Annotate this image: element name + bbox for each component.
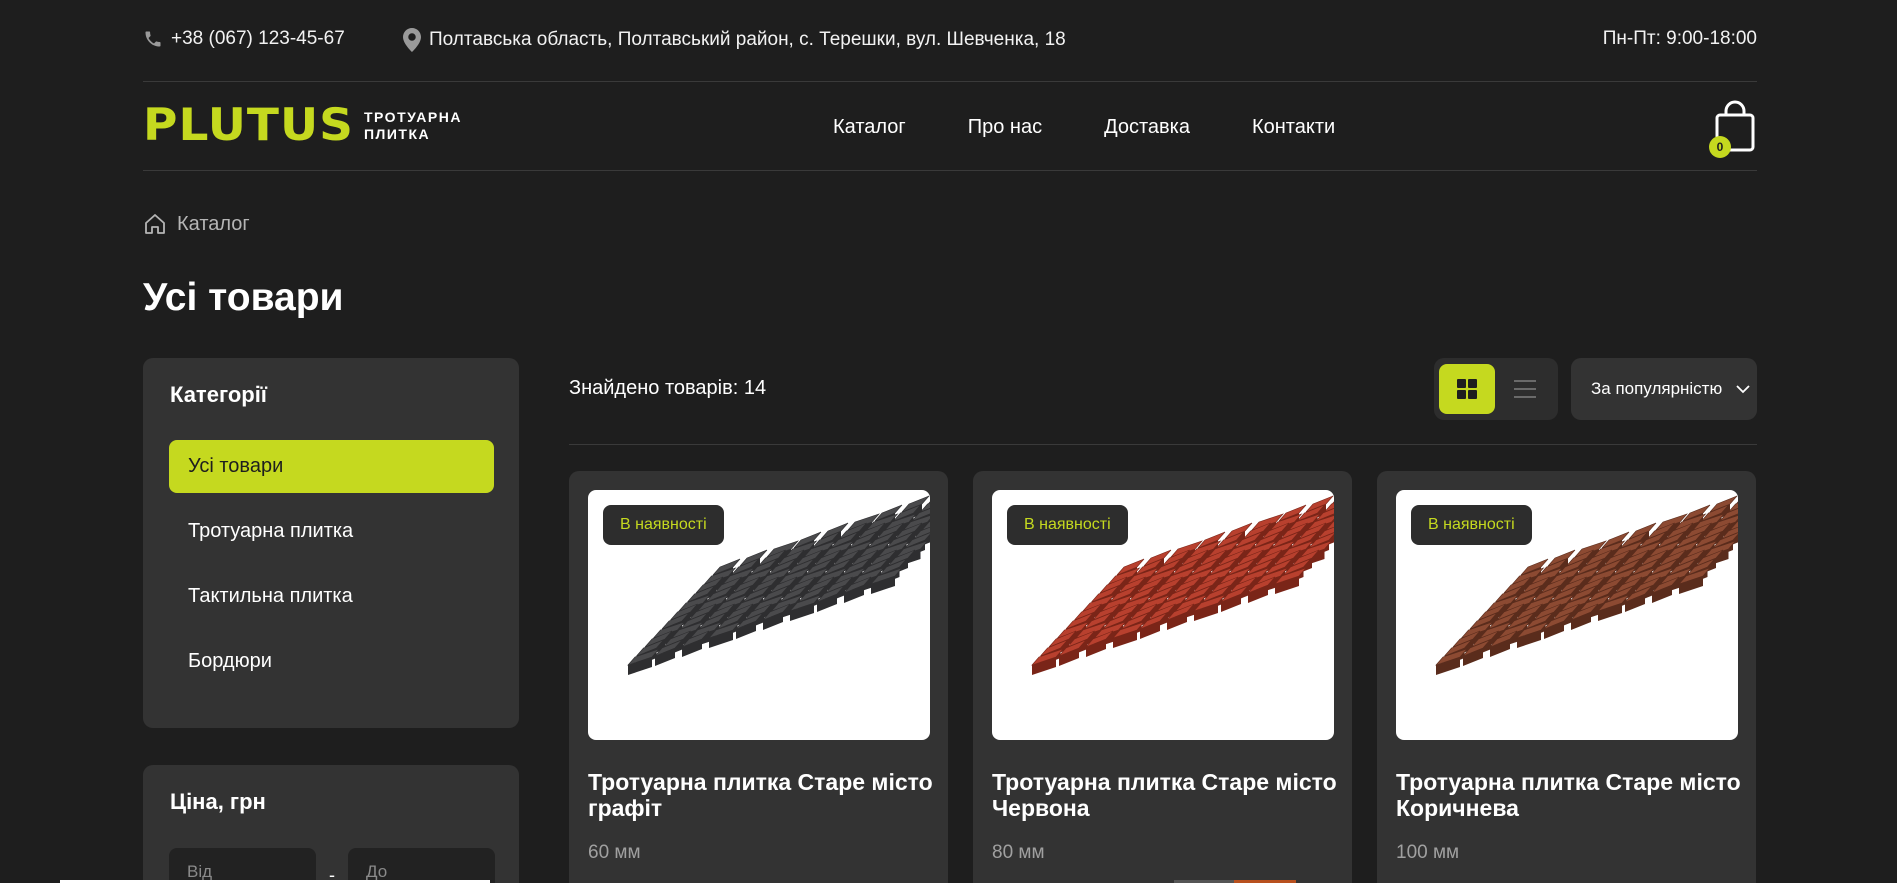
phone-number[interactable]: +38 (067) 123-45-67 — [171, 28, 345, 50]
cart-count-badge: 0 — [1709, 136, 1731, 158]
phone-icon — [145, 31, 161, 47]
cart-button[interactable]: 0 — [1709, 100, 1757, 160]
logo-subtitle-line2: ПЛИТКА — [363, 125, 431, 142]
product-size: 80 мм — [992, 842, 1045, 863]
logo-wordmark: PLUTUS — [143, 99, 354, 152]
category-curbs[interactable]: Бордюри — [169, 635, 494, 688]
grid-view-button[interactable] — [1439, 364, 1495, 414]
products-found-count: Знайдено товарів: 14 — [569, 377, 767, 399]
category-paving-tiles[interactable]: Тротуарна плитка — [169, 505, 494, 558]
product-name[interactable]: Тротуарна плитка Старе місто Червона — [992, 769, 1337, 821]
product-card[interactable]: В наявності Тротуарна плитка Старе місто… — [1377, 471, 1756, 883]
breadcrumb-catalog[interactable]: Каталог — [177, 213, 250, 236]
address-contact: Полтавська область, Полтавський район, с… — [403, 28, 1066, 52]
category-all-products[interactable]: Усі товари — [169, 440, 494, 493]
categories-title: Категорії — [170, 382, 267, 407]
product-card[interactable]: В наявності Тротуарна плитка Старе місто… — [569, 471, 948, 883]
price-to-input[interactable]: До — [348, 848, 495, 883]
sort-dropdown[interactable]: За популярністю — [1571, 358, 1757, 420]
price-from-input[interactable]: Від — [169, 848, 316, 883]
address-text: Полтавська область, Полтавський район, с… — [429, 29, 1066, 50]
chevron-down-icon — [1736, 384, 1750, 393]
nav-contacts[interactable]: Контакти — [1252, 116, 1335, 139]
category-tactile-tiles[interactable]: Тактильна плитка — [169, 570, 494, 623]
logo[interactable]: PLUTUS ТРОТУАРНА ПЛИТКА — [143, 102, 462, 149]
product-name[interactable]: Тротуарна плитка Старе місто Коричнева — [1396, 769, 1741, 821]
logo-subtitle-line1: ТРОТУАРНА — [363, 108, 462, 125]
working-hours: Пн-Пт: 9:00-18:00 — [1602, 28, 1757, 49]
top-bar: +38 (067) 123-45-67 Полтавська область, … — [143, 0, 1757, 82]
toolbar-divider — [569, 444, 1757, 445]
product-size: 100 мм — [1396, 842, 1460, 863]
list-icon — [1514, 380, 1536, 398]
in-stock-badge: В наявності — [1411, 505, 1532, 545]
product-name[interactable]: Тротуарна плитка Старе місто графіт — [588, 769, 933, 821]
in-stock-badge: В наявності — [603, 505, 724, 545]
price-filter-panel: Ціна, грн Від - До — [143, 765, 519, 883]
nav-about[interactable]: Про нас — [968, 116, 1042, 139]
breadcrumb: Каталог — [143, 212, 1757, 236]
product-size: 60 мм — [588, 842, 641, 863]
main-header: PLUTUS ТРОТУАРНА ПЛИТКА Каталог Про нас … — [143, 82, 1757, 171]
home-icon[interactable] — [143, 212, 167, 236]
product-card[interactable]: В наявності Тротуарна плитка Старе місто… — [973, 471, 1352, 883]
nav-catalog[interactable]: Каталог — [833, 116, 906, 139]
location-pin-icon — [403, 28, 421, 52]
product-image[interactable]: В наявності — [1396, 490, 1738, 740]
product-image[interactable]: В наявності — [992, 490, 1334, 740]
list-view-button[interactable] — [1497, 364, 1553, 414]
product-image[interactable]: В наявності — [588, 490, 930, 740]
page-title: Усі товари — [143, 276, 344, 319]
categories-panel: Категорії Усі товари Тротуарна плитка Та… — [143, 358, 519, 728]
price-filter-title: Ціна, грн — [170, 789, 266, 814]
view-toggle — [1434, 358, 1558, 420]
main-nav: Каталог Про нас Доставка Контакти — [833, 116, 1335, 139]
grid-icon — [1457, 379, 1477, 399]
in-stock-badge: В наявності — [1007, 505, 1128, 545]
sort-selected-value: За популярністю — [1591, 379, 1723, 398]
nav-delivery[interactable]: Доставка — [1104, 116, 1190, 139]
logo-subtitle: ТРОТУАРНА ПЛИТКА — [364, 109, 462, 143]
phone-contact[interactable]: +38 (067) 123-45-67 — [143, 28, 345, 50]
